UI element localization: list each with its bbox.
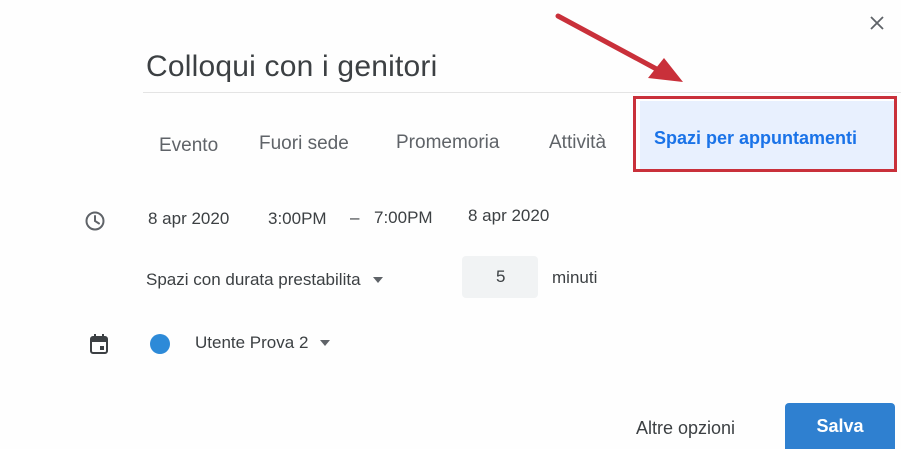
start-time[interactable]: 3:00PM [268, 209, 327, 229]
calendar-icon [88, 333, 110, 355]
slot-duration-unit: minuti [552, 268, 598, 287]
clock-icon [84, 210, 106, 232]
annotation-highlight-box [633, 96, 897, 172]
slot-mode-dropdown[interactable]: Spazi con durata prestabilita [146, 270, 383, 290]
calendar-color-dot [150, 334, 170, 354]
slot-duration-value: 5 [496, 267, 506, 286]
close-icon [870, 16, 884, 30]
caret-down-icon [320, 340, 331, 346]
event-title-input[interactable]: Colloqui con i genitori [146, 50, 437, 84]
annotation-arrow [555, 13, 683, 82]
slot-duration-input[interactable]: 5 [462, 256, 538, 298]
end-time[interactable]: 7:00PM [374, 208, 433, 228]
start-date[interactable]: 8 apr 2020 [148, 209, 229, 229]
end-date[interactable]: 8 apr 2020 [468, 206, 549, 226]
close-button[interactable] [862, 8, 892, 38]
time-separator: – [350, 208, 360, 227]
tab-promemoria[interactable]: Promemoria [396, 132, 499, 154]
more-options-button[interactable]: Altre opzioni [636, 418, 735, 439]
slot-mode-label: Spazi con durata prestabilita [146, 270, 361, 289]
caret-down-icon [372, 277, 383, 283]
tab-attivita[interactable]: Attività [549, 132, 606, 154]
title-underline [143, 92, 901, 93]
event-dialog: Colloqui con i genitori Evento Fuori sed… [0, 0, 901, 449]
calendar-owner-dropdown[interactable]: Utente Prova 2 [195, 333, 331, 353]
calendar-owner-label: Utente Prova 2 [195, 333, 309, 352]
tab-fuori-sede[interactable]: Fuori sede [259, 133, 349, 155]
save-button[interactable]: Salva [785, 403, 895, 449]
tab-evento[interactable]: Evento [159, 135, 218, 157]
